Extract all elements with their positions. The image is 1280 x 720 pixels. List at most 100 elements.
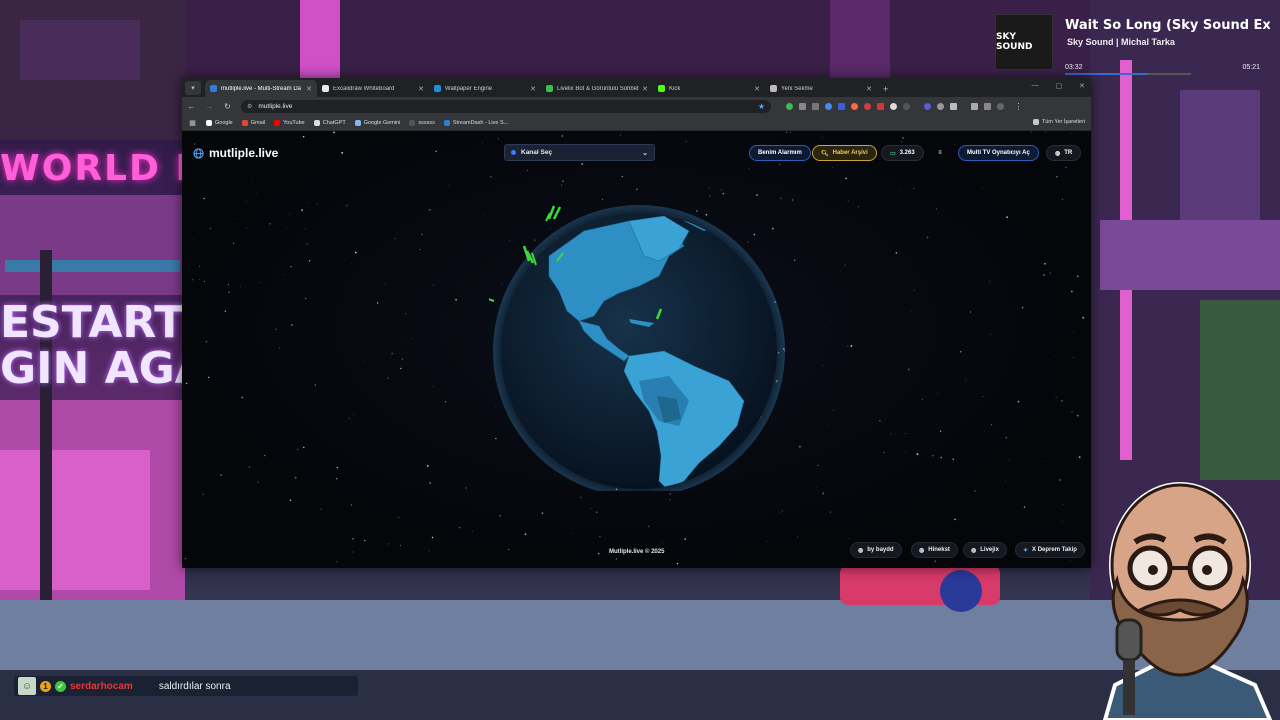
extensions-puzzle-icon[interactable] [950,102,957,110]
close-tab-icon[interactable]: ✕ [306,85,312,93]
close-window-icon[interactable]: ✕ [1079,82,1085,90]
stream-marker[interactable] [489,296,495,302]
star [840,270,842,272]
news-archive-button[interactable]: 🔍︎ Haber Arşivi [812,145,877,161]
extension-icon[interactable] [877,102,884,110]
stream-marker[interactable] [552,206,562,220]
folder-icon [1032,119,1039,125]
address-url[interactable]: mutliple.live [258,103,751,110]
star [936,208,938,210]
close-tab-icon[interactable]: ✕ [754,85,760,93]
extension-icon[interactable] [838,102,845,110]
tab-search-button[interactable]: ▾ [185,81,201,95]
stream-marker[interactable] [547,205,556,220]
extension-icon[interactable] [890,102,897,110]
bookmark-favicon-icon [354,119,361,126]
browser-tab[interactable]: Excalidraw Whiteboard ✕ [317,80,429,97]
browser-tab[interactable]: Kick ✕ [653,80,765,97]
tabs: mutliple.live - Multi-Stream Da ✕ Excalidr… [205,80,877,97]
site-logo[interactable]: mutliple.live [193,146,278,160]
star [352,538,354,540]
forward-icon[interactable]: → [205,102,214,111]
star [289,213,291,215]
site-info-icon[interactable]: ⚙ [247,103,252,110]
extension-icon[interactable] [864,102,871,110]
close-tab-icon[interactable]: ✕ [642,85,648,93]
maximize-icon[interactable]: ▢ [1056,82,1063,90]
extension-icon[interactable] [937,102,944,110]
earth-globe[interactable] [489,201,789,491]
star [1043,274,1045,276]
star [251,515,253,517]
close-tab-icon[interactable]: ✕ [530,85,536,93]
download-icon[interactable] [799,102,806,110]
star [421,233,423,236]
star [308,260,311,262]
footer-link-label: Hinekst [928,547,950,553]
chat-username[interactable]: serdarhocam [70,681,133,692]
star [905,433,906,434]
star [847,345,849,347]
browser-tab[interactable]: Livelix Bot & Görüntülü Sohbet ✕ [541,80,653,97]
apps-grid-icon[interactable]: ▦ [188,119,197,127]
language-button[interactable]: ◍ TR [1046,145,1082,161]
star [490,176,492,178]
menu-icon[interactable]: ⋮ [1014,102,1023,111]
star [336,561,338,563]
menu-button[interactable]: ≡ [931,145,949,161]
footer-link-hinekst[interactable]: ◍ Hinekst [911,542,958,558]
close-tab-icon[interactable]: ✕ [418,85,424,93]
footer-link-baydd[interactable]: ◍ by baydd [850,542,902,558]
bookmark-item[interactable]: StreamDash - Live S... [443,119,508,126]
browser-tab[interactable]: Yeni Sekme ✕ [765,80,877,97]
star [1067,208,1069,210]
track-progress-fill [1065,73,1149,75]
bookmark-favicon-icon [274,119,281,126]
bookmark-star-icon[interactable]: ★ [758,102,765,111]
star [447,184,449,186]
back-icon[interactable]: ← [187,102,196,111]
browser-tab[interactable]: mutliple.live - Multi-Stream Da ✕ [205,80,317,97]
star [722,192,725,195]
star [541,512,544,514]
star [982,396,984,397]
bookmark-item[interactable]: Google Gemini [354,119,400,126]
news-archive-label: Haber Arşivi [832,150,868,156]
extension-icon[interactable] [825,102,832,110]
extension-icon[interactable] [851,102,858,110]
star [432,386,434,388]
footer-link-deprem-takip[interactable]: ✦ X Deprem Takip [1015,542,1085,558]
bookmark-item[interactable]: ssssss [409,119,435,126]
account-icon[interactable] [997,102,1004,110]
multi-tv-player-button[interactable]: Multi TV Oynatıcıyı Aç [958,145,1039,161]
reload-icon[interactable]: ↻ [223,102,232,111]
star [848,537,850,539]
star [449,567,450,568]
bookmark-item[interactable]: YouTube [274,119,305,126]
extension-icon[interactable] [786,102,793,110]
bookmark-favicon-icon [313,119,320,126]
close-tab-icon[interactable]: ✕ [866,85,872,93]
new-tab-button[interactable]: + [883,84,888,94]
profile-icon[interactable] [984,102,991,110]
star [314,384,316,386]
browser-tab[interactable]: Wallpaper Engine ✕ [429,80,541,97]
all-bookmarks[interactable]: Tüm Yer İşaretleri [1032,119,1085,125]
bookmark-item[interactable]: Google [206,119,233,126]
bookmark-item[interactable]: ChatGPT [313,119,346,126]
channel-select-dropdown[interactable]: Kanal Seç ⌄ [504,144,655,161]
extension-icon[interactable] [812,102,819,110]
my-alarm-button[interactable]: Benim Alarmım [749,145,811,161]
address-bar[interactable]: ⚙ mutliple.live ★ [241,99,771,113]
minimize-icon[interactable]: — [1032,82,1039,90]
star [245,201,247,202]
star [1023,506,1026,508]
star [384,283,386,285]
extension-icon[interactable] [924,102,931,110]
extension-icon[interactable] [903,102,910,110]
footer-link-livejix[interactable]: ◍ Livejix [963,542,1007,558]
star [335,478,338,480]
bookmark-item[interactable]: Gmail [241,119,265,126]
sidebar-icon[interactable] [971,102,978,110]
globe-icon: ◍ [858,547,864,554]
